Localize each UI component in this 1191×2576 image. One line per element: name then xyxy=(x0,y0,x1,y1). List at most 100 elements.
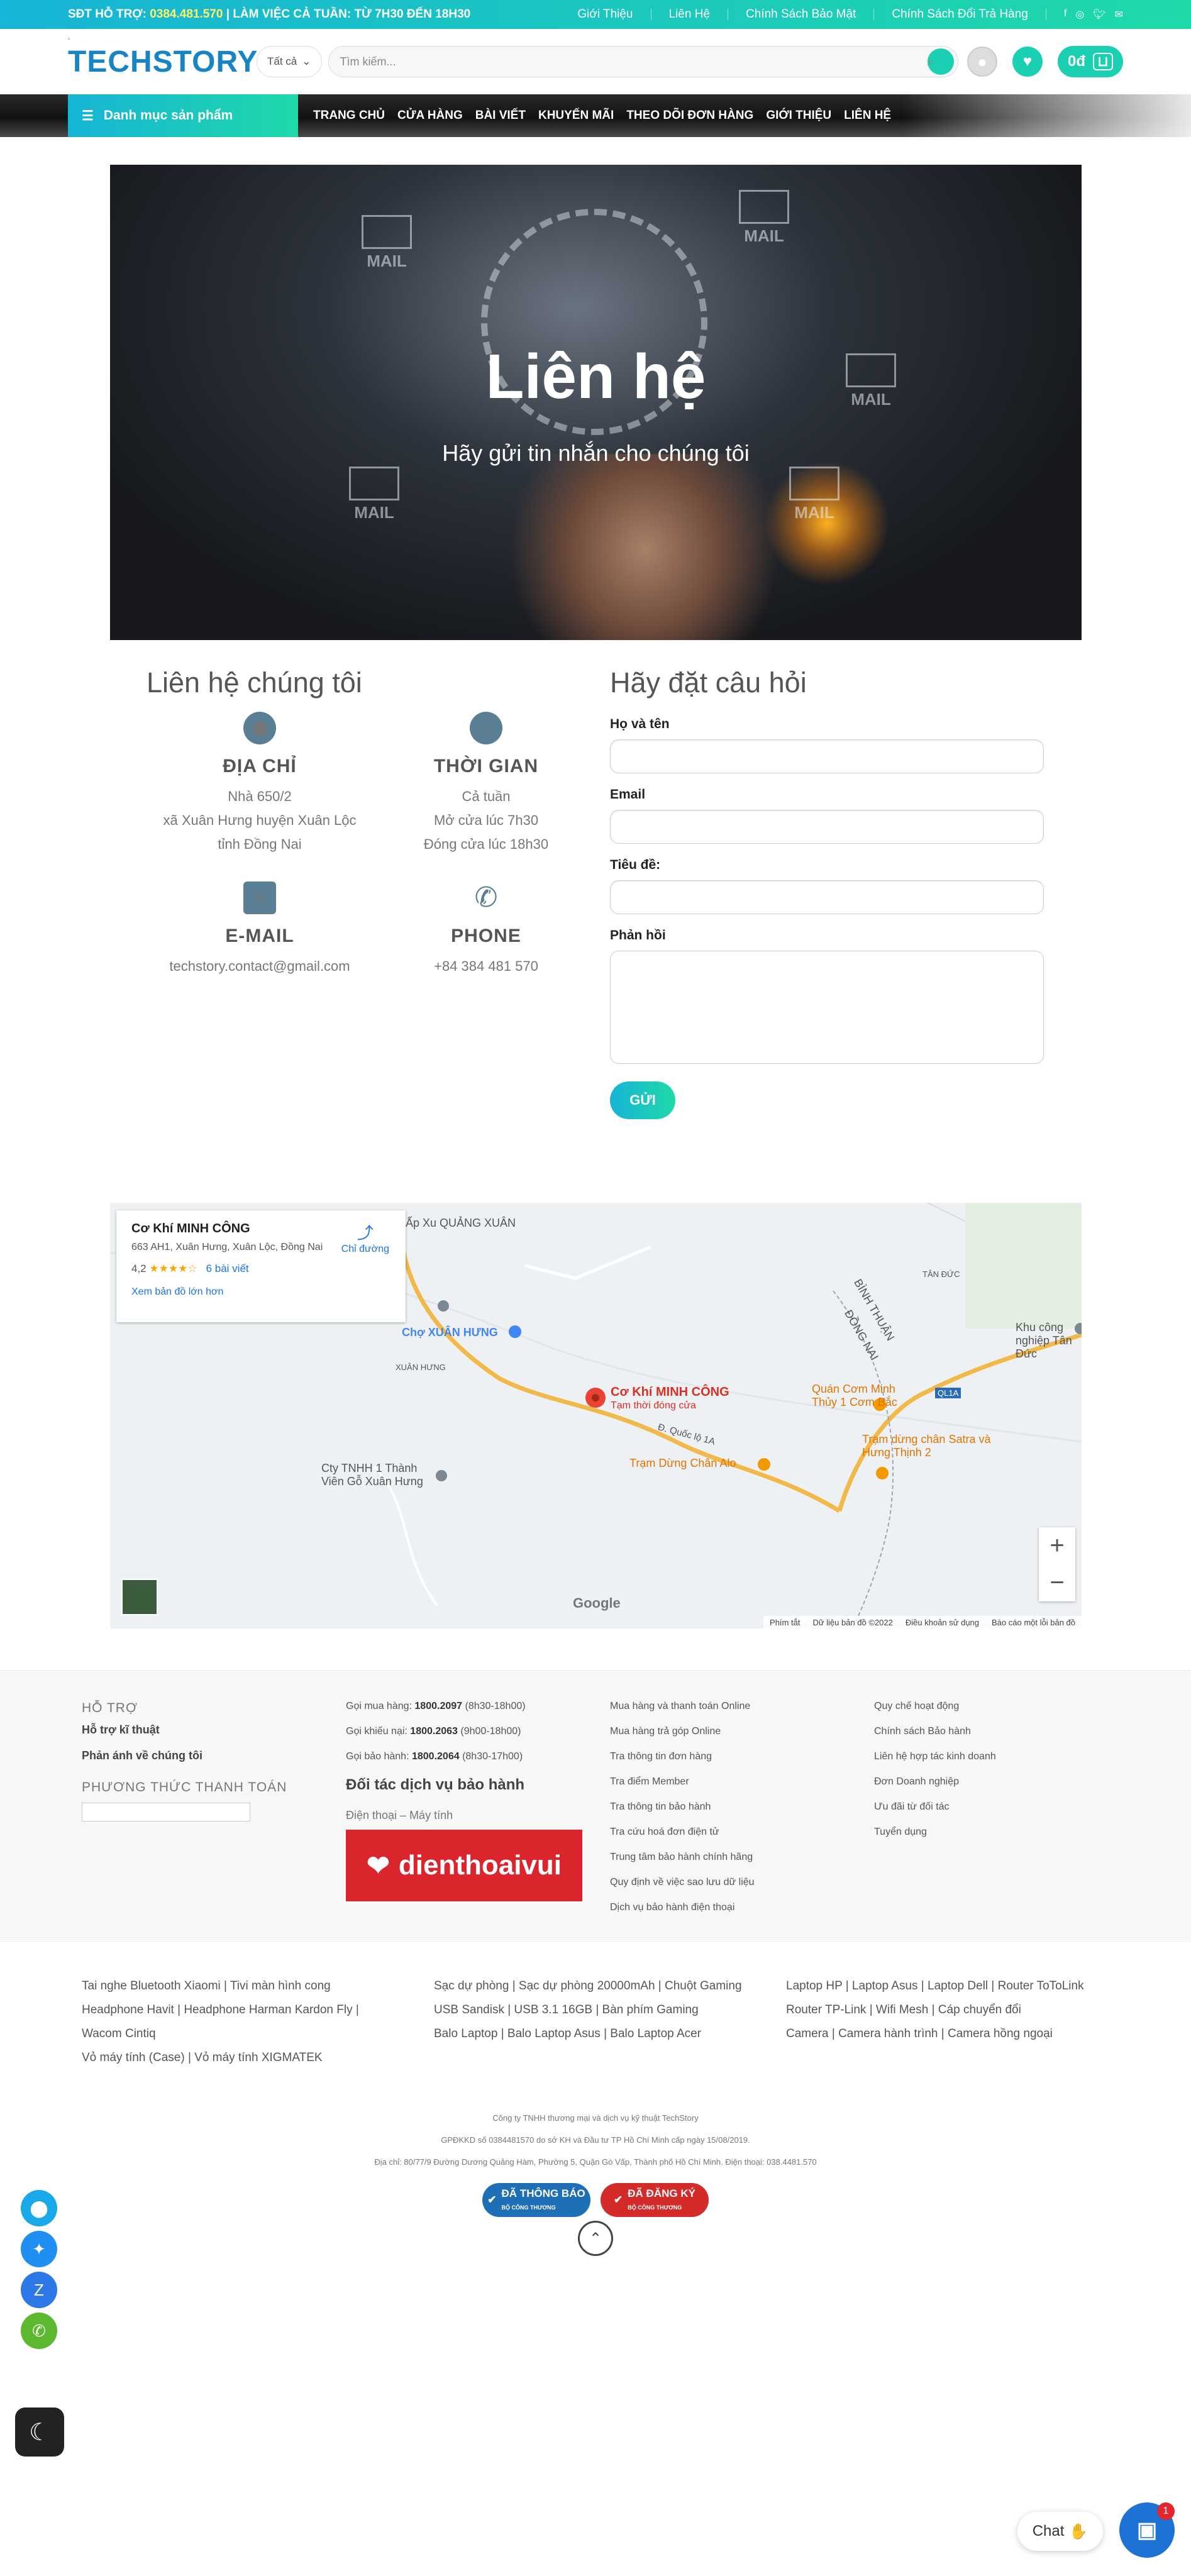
footer-link[interactable]: Tra thông tin đơn hàng xyxy=(610,1751,755,1762)
tag-line[interactable]: Router TP-Link | Wifi Mesh | Cáp chuyển … xyxy=(786,1998,1084,2022)
satellite-toggle[interactable] xyxy=(121,1579,158,1615)
chat-label-bubble[interactable]: Chat ✋ xyxy=(1017,2512,1103,2551)
zalo-icon[interactable]: Z xyxy=(21,2272,57,2308)
reviews-link[interactable]: 6 bài viết xyxy=(206,1263,249,1274)
category-menu-button[interactable]: ☰ Danh mục sản phẩm xyxy=(68,94,298,137)
top-link-chinh-sach-bao-mat[interactable]: Chính Sách Bảo Mật xyxy=(746,8,856,21)
hotline-number[interactable]: 1800.2097 xyxy=(414,1701,462,1711)
terms-link[interactable]: Điều khoản sử dụng xyxy=(906,1618,979,1627)
footer-link[interactable]: Liên hệ hợp tác kinh doanh xyxy=(874,1751,996,1762)
zoom-in-button[interactable]: + xyxy=(1050,1532,1064,1560)
map-embed[interactable]: Cơ Khí MINH CÔNG 663 AH1, Xuân Hưng, Xuâ… xyxy=(110,1203,1082,1628)
footer-link[interactable]: Ưu đãi từ đối tác xyxy=(874,1801,996,1813)
nav-item-lien-he[interactable]: LIÊN HỆ xyxy=(844,109,891,123)
messenger-icon[interactable]: ✦ xyxy=(21,2231,57,2267)
time-block: ◔ THỜI GIAN Cả tuần Mở cửa lúc 7h30 Đóng… xyxy=(373,712,599,856)
instagram-icon[interactable]: ◎ xyxy=(1075,8,1084,21)
chat-badge: 1 xyxy=(1157,2502,1175,2520)
nav-item-gioi-thieu[interactable]: GIỚI THIỆU xyxy=(766,109,831,123)
support-phone[interactable]: 0384.481.570 xyxy=(150,8,223,21)
tag-line[interactable]: Wacom Cintiq xyxy=(82,2022,359,2046)
cart-button[interactable]: 0đ ⊔ xyxy=(1057,46,1123,77)
name-field[interactable] xyxy=(610,739,1044,773)
email-address[interactable]: techstory.contact@gmail.com xyxy=(147,954,373,978)
hotline-number[interactable]: 1800.2064 xyxy=(412,1751,460,1762)
directions-button[interactable]: ⤴ Chỉ đường xyxy=(341,1220,389,1255)
page-subtitle: Hãy gửi tin nhắn cho chúng tôi xyxy=(442,440,750,466)
map-label: Ấp Xu QUẢNG XUÂN xyxy=(406,1217,516,1229)
hero-banner: MAIL MAIL MAIL MAIL MAIL Liên hệ Hãy gửi… xyxy=(110,165,1082,640)
phone-number[interactable]: +84 384 481 570 xyxy=(373,954,599,978)
top-link-chinh-sach-doi-tra[interactable]: Chính Sách Đổi Trả Hàng xyxy=(892,8,1028,21)
mail-envelope-icon: MAIL xyxy=(789,467,839,522)
hotline-number[interactable]: 1800.2063 xyxy=(410,1726,458,1737)
search-input[interactable]: Tìm kiếm... ⌕ xyxy=(328,46,958,77)
map-zoom-controls: + − xyxy=(1039,1527,1075,1601)
message-field[interactable] xyxy=(610,951,1044,1064)
address-line: Nhà 650/2 xyxy=(228,788,292,804)
footer-link[interactable]: Đơn Doanh nghiệp xyxy=(874,1776,996,1788)
footer-link[interactable]: Quy chế hoạt động xyxy=(874,1701,996,1712)
search-button[interactable]: ⌕ xyxy=(927,48,954,75)
zoom-out-button[interactable]: − xyxy=(1050,1569,1064,1597)
map-data-text: Dữ liệu bản đồ ©2022 xyxy=(812,1617,893,1627)
map-pin-float-button[interactable]: ⬤ xyxy=(21,2190,57,2226)
tag-line[interactable]: Headphone Havit | Headphone Harman Kardo… xyxy=(82,1998,359,2022)
tag-line[interactable]: Camera | Camera hành trình | Camera hồng… xyxy=(786,2022,1084,2046)
footer-link[interactable]: Tra cứu hoá đơn điện tử xyxy=(610,1827,755,1838)
nav-item-trang-chu[interactable]: TRANG CHỦ xyxy=(313,109,385,123)
footer-link[interactable]: Tra điểm Member xyxy=(610,1776,755,1788)
footer-link[interactable]: Tra thông tin bảo hành xyxy=(610,1801,755,1813)
tag-line[interactable]: USB Sandisk | USB 3.1 16GB | Bàn phím Ga… xyxy=(434,1998,742,2022)
nav-item-theo-doi-don-hang[interactable]: THEO DÕI ĐƠN HÀNG xyxy=(626,109,753,123)
dark-mode-toggle[interactable]: ☾ xyxy=(15,2407,64,2457)
footer-link[interactable]: Quy định về việc sao lưu dữ liệu xyxy=(610,1877,755,1888)
email-field[interactable] xyxy=(610,810,1044,844)
nav-links: TRANG CHỦ CỬA HÀNG BÀI VIẾT KHUYẾN MÃI T… xyxy=(313,109,891,123)
tag-line[interactable]: Laptop HP | Laptop Asus | Laptop Dell | … xyxy=(786,1974,1084,1998)
back-to-top-button[interactable]: ⌃ xyxy=(578,2221,613,2256)
account-icon[interactable]: ● xyxy=(967,47,997,77)
subject-field[interactable] xyxy=(610,880,1044,914)
submit-button[interactable]: GỬI xyxy=(610,1081,675,1119)
message-label: Phản hồi xyxy=(610,928,666,943)
larger-map-link[interactable]: Xem bản đồ lớn hơn xyxy=(131,1286,391,1298)
footer-link[interactable]: Chính sách Bảo hành xyxy=(874,1726,996,1737)
footer-link[interactable]: Phản ánh về chúng tôi xyxy=(82,1749,287,1762)
hotline-row: Gọi bảo hành: 1800.2064 (8h30-17h00) xyxy=(346,1751,523,1762)
nav-item-bai-viet[interactable]: BÀI VIẾT xyxy=(475,109,526,123)
footer-link[interactable]: Tuyển dụng xyxy=(874,1827,996,1838)
nav-item-khuyen-mai[interactable]: KHUYẾN MÃI xyxy=(538,109,614,123)
chat-icon: ▣ xyxy=(1136,2518,1158,2542)
tag-line[interactable]: Sạc dự phòng | Sạc dự phòng 20000mAh | C… xyxy=(434,1974,742,1998)
map-label: TÂN ĐỨC xyxy=(922,1269,960,1279)
footer-link[interactable]: Trung tâm bảo hành chính hãng xyxy=(610,1852,755,1863)
keyboard-shortcuts-link[interactable]: Phím tắt xyxy=(770,1618,800,1627)
nav-item-cua-hang[interactable]: CỬA HÀNG xyxy=(397,109,463,123)
category-select[interactable]: Tất cả ⌄ xyxy=(257,46,322,77)
tag-col: Tai nghe Bluetooth Xiaomi | Tivi màn hìn… xyxy=(82,1974,359,2070)
tag-line[interactable]: Balo Laptop | Balo Laptop Asus | Balo La… xyxy=(434,2022,742,2046)
facebook-icon[interactable]: f xyxy=(1064,8,1066,21)
top-link-gioi-thieu[interactable]: Giới Thiệu xyxy=(577,8,633,21)
chat-button[interactable]: 1 ▣ xyxy=(1119,2502,1175,2558)
tag-line[interactable]: Vỏ máy tính (Case) | Vỏ máy tính XIGMATE… xyxy=(82,2046,359,2070)
search-icon: ⌕ xyxy=(927,55,934,68)
email-icon[interactable]: ✉ xyxy=(1115,8,1123,21)
search-bar: Tất cả ⌄ Tìm kiếm... ⌕ xyxy=(257,46,958,77)
tag-line[interactable]: Tai nghe Bluetooth Xiaomi | Tivi màn hìn… xyxy=(82,1974,359,1998)
footer-link[interactable]: Dịch vụ bảo hành điện thoại xyxy=(610,1902,755,1913)
company-line: Công ty TNHH thương mại và dịch vụ kỹ th… xyxy=(492,2113,699,2123)
top-link-lien-he[interactable]: Liên Hệ xyxy=(669,8,711,21)
footer-link[interactable]: Mua hàng và thanh toán Online xyxy=(610,1701,755,1712)
footer-link[interactable]: Hỗ trợ kĩ thuật xyxy=(82,1723,287,1737)
phone-call-icon[interactable]: ✆ xyxy=(21,2313,57,2349)
registered-badge[interactable]: ✔ ĐÃ ĐĂNG KÝ BỘ CÔNG THƯƠNG xyxy=(601,2183,709,2217)
wishlist-icon[interactable]: ♥ xyxy=(1012,47,1043,77)
notified-badge[interactable]: ✔ ĐÃ THÔNG BÁO BỘ CÔNG THƯƠNG xyxy=(482,2183,590,2217)
logo[interactable]: ▫ TECHSTORY xyxy=(68,36,257,79)
twitter-icon[interactable]: 🐦︎ xyxy=(1093,8,1105,21)
partner-logo[interactable]: ❤ dienthoaivui xyxy=(346,1830,582,1901)
report-error-link[interactable]: Báo cáo một lỗi bản đồ xyxy=(992,1618,1075,1627)
footer-link[interactable]: Mua hàng trả góp Online xyxy=(610,1726,755,1737)
